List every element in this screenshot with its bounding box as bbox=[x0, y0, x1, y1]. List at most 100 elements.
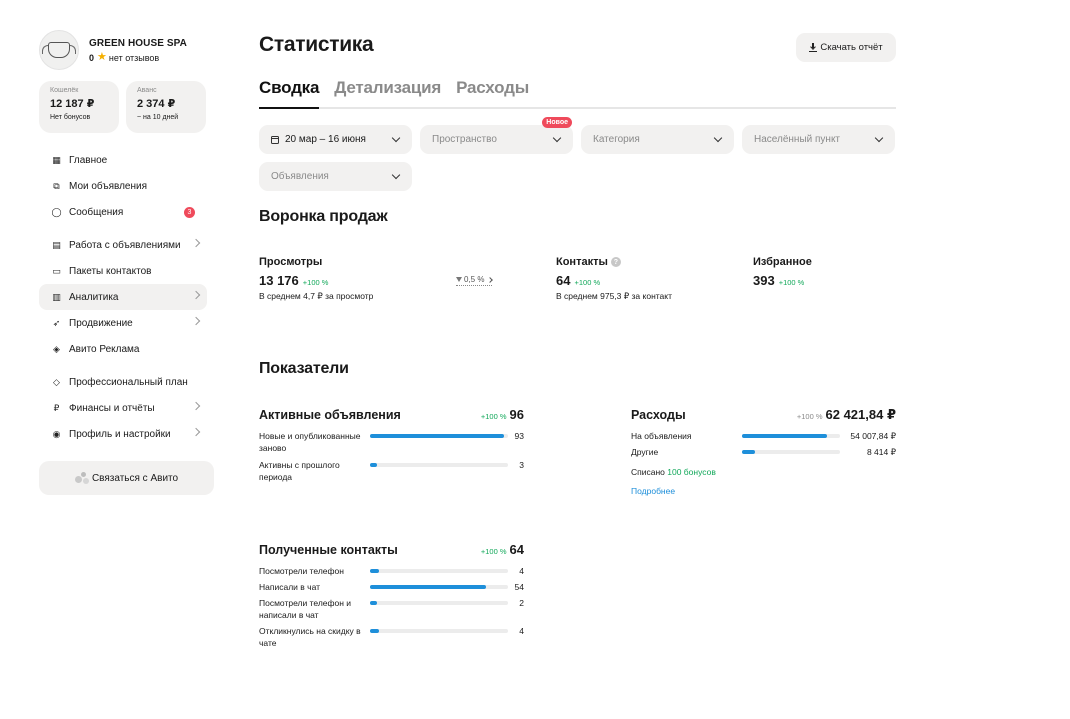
active-ads-card: Активные объявления +100 % 96 Новые и опу… bbox=[259, 407, 524, 483]
sidebar-item-my-ads[interactable]: ⧉ Мои объявления bbox=[39, 173, 207, 199]
messages-count-badge: 3 bbox=[184, 207, 195, 218]
metric-row-label: Посмотрели телефон bbox=[259, 566, 344, 576]
profile-header[interactable]: GREEN HOUSE SPA 0 ★ нет отзывов bbox=[39, 30, 214, 70]
metric-bar bbox=[742, 434, 840, 438]
sidebar-item-label: Работа с объявлениями bbox=[69, 239, 181, 251]
wallet-card[interactable]: Кошелёк 12 187 ₽ Нет бонусов bbox=[39, 81, 119, 133]
expenses-total: 62 421,84 ₽ bbox=[825, 407, 897, 422]
metric-bar bbox=[370, 629, 508, 633]
metric-bar-fill bbox=[370, 569, 379, 573]
views-label: Просмотры bbox=[259, 256, 323, 268]
received-contacts-total: 64 bbox=[509, 542, 524, 557]
sidebar-item-contact-packages[interactable]: ▭ Пакеты контактов bbox=[39, 258, 207, 284]
metric-row: Другие 8 414 ₽ bbox=[631, 446, 896, 458]
sidebar-item-promotion[interactable]: ➶ Продвижение bbox=[39, 310, 207, 336]
funnel-contacts: Контакты? 64 +100 % В среднем 975,3 ₽ за … bbox=[556, 256, 672, 302]
metric-bar-fill bbox=[370, 585, 487, 589]
chat-bubble-icon: ◯ bbox=[51, 206, 62, 217]
chevron-right-icon bbox=[191, 427, 201, 437]
chevron-down-icon bbox=[552, 133, 562, 143]
metric-row-value: 4 bbox=[519, 566, 524, 576]
conversion-value: 0,5 % bbox=[464, 275, 485, 284]
metric-bar-fill bbox=[370, 629, 379, 633]
expenses-change: +100 % bbox=[796, 412, 823, 421]
space-select[interactable]: Пространство Новое bbox=[420, 117, 573, 154]
views-average: В среднем 4,7 ₽ за просмотр bbox=[259, 291, 374, 301]
sidebar-item-label: Главное bbox=[69, 154, 108, 166]
advance-amount: 2 374 ₽ bbox=[137, 98, 176, 110]
tab-expenses[interactable]: Расходы bbox=[456, 75, 529, 107]
avito-dots-icon bbox=[74, 472, 89, 484]
date-range-select[interactable]: 20 мар – 16 июня bbox=[259, 125, 412, 154]
conversion-link[interactable]: 0,5 % bbox=[456, 275, 494, 286]
more-details-link[interactable]: Подробнее bbox=[631, 486, 896, 496]
metric-bar-fill bbox=[742, 434, 827, 438]
sidebar-item-label: Продвижение bbox=[69, 317, 133, 329]
wallet-amount: 12 187 ₽ bbox=[50, 98, 95, 110]
contacts-change: +100 % bbox=[574, 278, 601, 287]
metric-bar bbox=[370, 463, 508, 467]
metric-bar bbox=[370, 585, 508, 589]
favorites-value: 393 bbox=[753, 273, 775, 288]
written-off-label: Списано bbox=[631, 467, 665, 477]
sidebar-item-main[interactable]: ▦ Главное bbox=[39, 147, 207, 173]
sales-funnel-title: Воронка продаж bbox=[259, 208, 388, 225]
sidebar-item-pro-plan[interactable]: ◇ Профессиональный план bbox=[39, 369, 207, 395]
download-label: Скачать отчёт bbox=[820, 42, 883, 53]
crest-logo-icon bbox=[42, 42, 76, 58]
copy-icon: ⧉ bbox=[53, 180, 60, 191]
ads-select[interactable]: Объявления bbox=[259, 162, 412, 191]
profile-name[interactable]: GREEN HOUSE SPA bbox=[89, 38, 187, 49]
ads-placeholder: Объявления bbox=[271, 171, 329, 182]
sidebar-item-label: Пакеты контактов bbox=[69, 265, 152, 277]
advance-duration: ~ на 10 дней bbox=[137, 114, 179, 121]
sidebar-item-profile-settings[interactable]: ◉ Профиль и настройки bbox=[39, 421, 207, 447]
locality-select[interactable]: Населённый пункт bbox=[742, 125, 895, 154]
funnel-icon bbox=[456, 277, 462, 282]
sidebar-item-messages[interactable]: ◯ Сообщения 3 bbox=[39, 199, 207, 225]
locality-placeholder: Населённый пункт bbox=[754, 134, 841, 145]
metric-row-label: Написали в чат bbox=[259, 582, 321, 592]
expenses-title: Расходы bbox=[631, 408, 686, 422]
sidebar-nav: ▦ Главное ⧉ Мои объявления ◯ Сообщения 3… bbox=[39, 147, 214, 447]
favorites-change: +100 % bbox=[778, 278, 805, 287]
sidebar-item-label: Сообщения bbox=[69, 206, 124, 218]
sidebar-item-label: Аналитика bbox=[69, 291, 119, 303]
ruble-icon: ₽ bbox=[53, 402, 60, 413]
contacts-average: В среднем 975,3 ₽ за контакт bbox=[556, 291, 672, 301]
sidebar-item-avito-ads[interactable]: ◈ Авито Реклама bbox=[39, 336, 207, 362]
diamond-icon: ◇ bbox=[53, 376, 60, 387]
tab-summary[interactable]: Сводка bbox=[259, 75, 320, 109]
metric-row: Новые и опубликованные заново 93 bbox=[259, 430, 524, 454]
contacts-value: 64 bbox=[556, 273, 571, 288]
metric-row-label: Посмотрели телефон и написали в чат bbox=[259, 598, 352, 620]
metric-row-value: 3 bbox=[519, 460, 524, 470]
sidebar-item-label: Авито Реклама bbox=[69, 343, 140, 355]
category-placeholder: Категория bbox=[593, 134, 640, 145]
advance-card[interactable]: Аванс 2 374 ₽ ~ на 10 дней bbox=[126, 81, 206, 133]
active-ads-total: 96 bbox=[509, 407, 524, 422]
chevron-down-icon bbox=[713, 133, 723, 143]
metric-row-value: 2 bbox=[519, 598, 524, 608]
sidebar-item-ad-management[interactable]: ▤ Работа с объявлениями bbox=[39, 232, 207, 258]
written-off-line: Списано 100 бонусов bbox=[631, 467, 896, 477]
category-select[interactable]: Категория bbox=[581, 125, 734, 154]
active-ads-title: Активные объявления bbox=[259, 408, 401, 422]
contact-avito-label: Связаться с Авито bbox=[91, 472, 179, 484]
download-report-button[interactable]: Скачать отчёт bbox=[796, 33, 896, 62]
sidebar-item-analytics[interactable]: ▥ Аналитика bbox=[39, 284, 207, 310]
user-circle-icon: ◉ bbox=[52, 428, 61, 439]
contact-avito-button[interactable]: Связаться с Авито bbox=[39, 461, 214, 495]
help-icon[interactable]: ? bbox=[610, 257, 621, 267]
funnel-favorites: Избранное 393 +100 % bbox=[753, 256, 812, 288]
star-icon: ★ bbox=[97, 51, 107, 63]
received-contacts-card: Полученные контакты +100 % 64 Посмотрели … bbox=[259, 542, 524, 649]
contacts-label: Контакты bbox=[556, 256, 608, 268]
metric-row-value: 54 bbox=[514, 582, 524, 592]
profile-rating[interactable]: 0 ★ нет отзывов bbox=[89, 51, 187, 63]
chevron-down-icon bbox=[874, 133, 884, 143]
sidebar-item-finance[interactable]: ₽ Финансы и отчёты bbox=[39, 395, 207, 421]
chevron-right-icon bbox=[191, 238, 201, 248]
avatar[interactable] bbox=[39, 30, 79, 70]
tab-details[interactable]: Детализация bbox=[334, 75, 441, 107]
